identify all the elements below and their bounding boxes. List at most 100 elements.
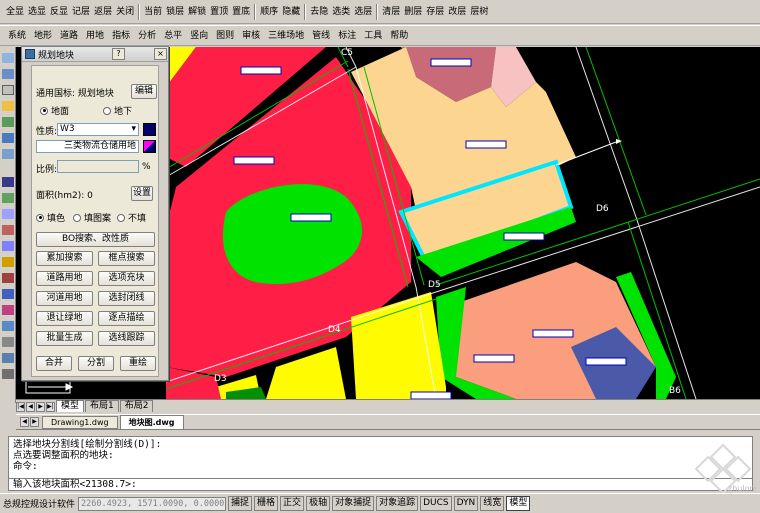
- point-trace-button[interactable]: 逐点描绘: [98, 311, 155, 326]
- menu-item[interactable]: 帮助: [386, 29, 412, 43]
- tool-icon[interactable]: [2, 273, 14, 283]
- underground-radio[interactable]: [103, 106, 112, 115]
- tool-icon[interactable]: [2, 209, 14, 219]
- line-track-button[interactable]: 选线跟踪: [98, 331, 155, 346]
- closed-line-button[interactable]: 选封闭线: [98, 291, 155, 306]
- toolbar-button[interactable]: 锁层: [164, 5, 186, 19]
- tool-icon[interactable]: [2, 177, 14, 187]
- toolbar-button[interactable]: 层树: [468, 5, 490, 19]
- river-land-button[interactable]: 河道用地: [36, 291, 93, 306]
- toolbar-button[interactable]: 去隐: [308, 5, 330, 19]
- tool-icon[interactable]: [2, 289, 14, 299]
- ratio-input[interactable]: [57, 160, 139, 173]
- doc-tab-plot[interactable]: 地块图.dwg: [119, 414, 184, 430]
- toolbar-button[interactable]: 隐藏: [280, 5, 302, 19]
- menu-item[interactable]: 指标: [108, 29, 134, 43]
- toolbar-button[interactable]: 选层: [352, 5, 374, 19]
- no-fill-radio[interactable]: [117, 213, 126, 222]
- close-button[interactable]: ×: [154, 48, 167, 60]
- toolbar-button[interactable]: 反显: [48, 5, 70, 19]
- menu-item[interactable]: 系统: [4, 29, 30, 43]
- menu-item[interactable]: 图则: [212, 29, 238, 43]
- prev-tab-icon[interactable]: ◀: [26, 402, 35, 412]
- toolbar-button[interactable]: 解锁: [186, 5, 208, 19]
- tool-icon[interactable]: [2, 225, 14, 235]
- fill-block-button[interactable]: 选项充块: [98, 271, 155, 286]
- lineweight-toggle[interactable]: 线宽: [480, 496, 505, 511]
- menu-item[interactable]: 分析: [134, 29, 160, 43]
- batch-generate-button[interactable]: 批量生成: [36, 331, 93, 346]
- tool-icon[interactable]: [2, 101, 14, 111]
- ortho-toggle[interactable]: 正交: [280, 496, 305, 511]
- grid-toggle[interactable]: 栅格: [254, 496, 279, 511]
- tool-icon[interactable]: [2, 53, 14, 63]
- model-toggle[interactable]: 模型: [506, 496, 531, 511]
- doc-prev-icon[interactable]: ◀: [20, 417, 29, 427]
- toolbar-button[interactable]: 当前: [142, 5, 164, 19]
- command-input[interactable]: 输入该地块面积<21308.7>:: [8, 478, 753, 491]
- redraw-button[interactable]: 重绘: [120, 356, 156, 371]
- tab-layout1[interactable]: 布局1: [85, 400, 119, 412]
- menu-item[interactable]: 道路: [56, 29, 82, 43]
- toolbar-button[interactable]: 改层: [446, 5, 468, 19]
- doc-next-icon[interactable]: ▶: [30, 417, 39, 427]
- nature-select[interactable]: W3 ▾: [57, 123, 139, 136]
- toolbar-button[interactable]: 置顶: [208, 5, 230, 19]
- menu-item[interactable]: 竖向: [186, 29, 212, 43]
- color-swatch[interactable]: [143, 123, 156, 136]
- last-tab-icon[interactable]: ▶|: [46, 402, 55, 412]
- menu-item[interactable]: 标注: [334, 29, 360, 43]
- tool-icon[interactable]: [2, 321, 14, 331]
- tool-icon[interactable]: [2, 305, 14, 315]
- toolbar-button[interactable]: 选显: [26, 5, 48, 19]
- tool-icon[interactable]: [2, 69, 14, 79]
- set-button[interactable]: 设置: [131, 186, 153, 201]
- toolbar-button[interactable]: 清层: [380, 5, 402, 19]
- tool-icon[interactable]: [2, 241, 14, 251]
- menu-item[interactable]: 地形: [30, 29, 56, 43]
- tool-icon[interactable]: [2, 133, 14, 143]
- bo-search-button[interactable]: BO搜索、改性质: [36, 232, 155, 247]
- toolbar-button[interactable]: 关闭: [114, 5, 136, 19]
- polar-toggle[interactable]: 极轴: [306, 496, 331, 511]
- tab-layout2[interactable]: 布局2: [119, 400, 154, 412]
- menu-item[interactable]: 管线: [308, 29, 334, 43]
- tool-icon[interactable]: [2, 117, 14, 127]
- menu-item[interactable]: 用地: [82, 29, 108, 43]
- split-button[interactable]: 分割: [78, 356, 114, 371]
- toolbar-button[interactable]: 返层: [92, 5, 114, 19]
- menu-item[interactable]: 工具: [360, 29, 386, 43]
- toolbar-button[interactable]: 全显: [4, 5, 26, 19]
- menu-item[interactable]: 审核: [238, 29, 264, 43]
- dyn-toggle[interactable]: DYN: [453, 496, 479, 511]
- panel-titlebar[interactable]: 规划地块: [22, 47, 168, 62]
- menu-item[interactable]: 三维场地: [264, 29, 308, 43]
- toolbar-button[interactable]: 顺序: [258, 5, 280, 19]
- pattern-swatch[interactable]: [143, 140, 156, 153]
- cumulative-search-button[interactable]: 累加搜索: [36, 251, 93, 266]
- next-tab-icon[interactable]: ▶: [36, 402, 45, 412]
- tool-icon[interactable]: [2, 369, 14, 379]
- road-land-button[interactable]: 道路用地: [36, 271, 93, 286]
- help-button[interactable]: ?: [112, 48, 125, 60]
- toolbar-button[interactable]: 选类: [330, 5, 352, 19]
- first-tab-icon[interactable]: |◀: [16, 402, 25, 412]
- menu-item[interactable]: 总平: [160, 29, 186, 43]
- toolbar-button[interactable]: 删层: [402, 5, 424, 19]
- tool-icon[interactable]: [2, 337, 14, 347]
- point-search-button[interactable]: 框点搜索: [98, 251, 155, 266]
- fill-color-radio[interactable]: [36, 213, 44, 222]
- merge-button[interactable]: 合并: [36, 356, 72, 371]
- toolbar-button[interactable]: 置底: [230, 5, 252, 19]
- otrack-toggle[interactable]: 对象追踪: [376, 496, 419, 511]
- tool-icon[interactable]: [2, 149, 14, 159]
- toolbar-button[interactable]: 记层: [70, 5, 92, 19]
- setback-green-button[interactable]: 退让绿地: [36, 311, 93, 326]
- doc-tab-drawing1[interactable]: Drawing1.dwg: [42, 415, 118, 429]
- tool-icon[interactable]: [2, 257, 14, 267]
- tool-icon[interactable]: [2, 85, 14, 95]
- ground-radio[interactable]: [40, 106, 48, 115]
- snap-toggle[interactable]: 捕捉: [228, 496, 253, 511]
- edit-button[interactable]: 编辑: [131, 84, 157, 99]
- toolbar-button[interactable]: 存层: [424, 5, 446, 19]
